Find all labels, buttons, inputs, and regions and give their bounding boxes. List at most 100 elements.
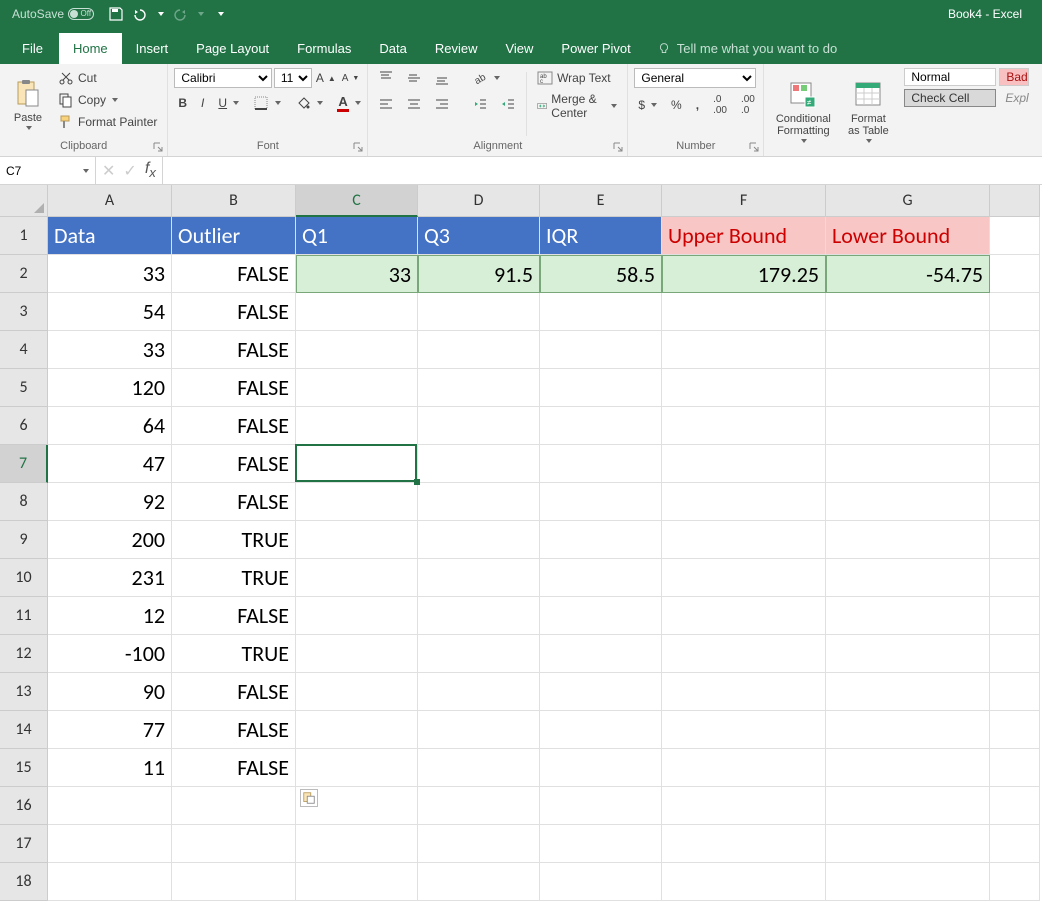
align-left-button[interactable] <box>374 94 398 114</box>
cell-G1[interactable]: Lower Bound <box>826 217 990 255</box>
cell-G10[interactable] <box>826 559 990 597</box>
row-header-7[interactable]: 7 <box>0 445 48 483</box>
col-header-H[interactable] <box>990 185 1040 217</box>
save-icon[interactable] <box>108 6 124 22</box>
formula-input[interactable] <box>163 157 1042 184</box>
cell-H5[interactable] <box>990 369 1040 407</box>
cell-F17[interactable] <box>662 825 826 863</box>
style-bad[interactable]: Bad <box>999 68 1029 86</box>
cell-G4[interactable] <box>826 331 990 369</box>
row-header-5[interactable]: 5 <box>0 369 48 407</box>
cell-E5[interactable] <box>540 369 662 407</box>
cell-B15[interactable]: FALSE <box>172 749 296 787</box>
tab-review[interactable]: Review <box>421 33 492 64</box>
cell-E10[interactable] <box>540 559 662 597</box>
cell-G8[interactable] <box>826 483 990 521</box>
cell-B11[interactable]: FALSE <box>172 597 296 635</box>
cell-A13[interactable]: 90 <box>48 673 172 711</box>
fx-icon[interactable]: fx <box>145 160 156 180</box>
cell-E12[interactable] <box>540 635 662 673</box>
cell-F6[interactable] <box>662 407 826 445</box>
cell-C17[interactable] <box>296 825 418 863</box>
cell-H3[interactable] <box>990 293 1040 331</box>
cell-C12[interactable] <box>296 635 418 673</box>
cell-A1[interactable]: Data <box>48 217 172 255</box>
decrease-decimal-button[interactable]: .00.0 <box>737 92 759 118</box>
row-header-18[interactable]: 18 <box>0 863 48 901</box>
fill-handle[interactable] <box>414 479 420 485</box>
cut-button[interactable]: Cut <box>54 68 161 88</box>
col-header-A[interactable]: A <box>48 185 172 217</box>
fill-color-button[interactable] <box>291 93 327 113</box>
italic-button[interactable]: I <box>197 94 208 112</box>
cell-D14[interactable] <box>418 711 540 749</box>
paste-dropdown[interactable] <box>26 126 32 130</box>
cell-H18[interactable] <box>990 863 1040 901</box>
cell-B7[interactable]: FALSE <box>172 445 296 483</box>
cell-F15[interactable] <box>662 749 826 787</box>
cell-E1[interactable]: IQR <box>540 217 662 255</box>
font-color-button[interactable]: A <box>333 92 365 114</box>
cell-B3[interactable]: FALSE <box>172 293 296 331</box>
cell-F14[interactable] <box>662 711 826 749</box>
cell-G11[interactable] <box>826 597 990 635</box>
cell-D16[interactable] <box>418 787 540 825</box>
cell-E15[interactable] <box>540 749 662 787</box>
number-launcher-icon[interactable] <box>749 142 759 152</box>
cell-B1[interactable]: Outlier <box>172 217 296 255</box>
accounting-button[interactable]: $ <box>634 96 661 114</box>
cell-A6[interactable]: 64 <box>48 407 172 445</box>
cell-B8[interactable]: FALSE <box>172 483 296 521</box>
cell-D7[interactable] <box>418 445 540 483</box>
cell-H2[interactable] <box>990 255 1040 293</box>
cell-A15[interactable]: 11 <box>48 749 172 787</box>
row-header-14[interactable]: 14 <box>0 711 48 749</box>
tab-formulas[interactable]: Formulas <box>283 33 365 64</box>
cell-H17[interactable] <box>990 825 1040 863</box>
cell-B17[interactable] <box>172 825 296 863</box>
cell-G17[interactable] <box>826 825 990 863</box>
cell-G3[interactable] <box>826 293 990 331</box>
row-header-4[interactable]: 4 <box>0 331 48 369</box>
cell-A18[interactable] <box>48 863 172 901</box>
font-launcher-icon[interactable] <box>353 142 363 152</box>
cell-D12[interactable] <box>418 635 540 673</box>
cell-A9[interactable]: 200 <box>48 521 172 559</box>
col-header-F[interactable]: F <box>662 185 826 217</box>
cell-F5[interactable] <box>662 369 826 407</box>
increase-indent-button[interactable] <box>496 94 520 114</box>
cell-D13[interactable] <box>418 673 540 711</box>
selection[interactable] <box>295 444 417 482</box>
cell-G12[interactable] <box>826 635 990 673</box>
paste-button[interactable]: Paste <box>6 68 50 140</box>
cell-G15[interactable] <box>826 749 990 787</box>
cell-D8[interactable] <box>418 483 540 521</box>
align-right-button[interactable] <box>430 94 454 114</box>
cell-H1[interactable] <box>990 217 1040 255</box>
cell-B14[interactable]: FALSE <box>172 711 296 749</box>
tell-me[interactable]: Tell me what you want to do <box>657 41 837 64</box>
cell-G14[interactable] <box>826 711 990 749</box>
cell-C2[interactable]: 33 <box>296 255 418 293</box>
cell-E11[interactable] <box>540 597 662 635</box>
cell-B2[interactable]: FALSE <box>172 255 296 293</box>
cell-C10[interactable] <box>296 559 418 597</box>
cell-H13[interactable] <box>990 673 1040 711</box>
spreadsheet-grid[interactable]: ABCDEFG 123456789101112131415161718 Data… <box>0 185 1042 905</box>
copy-button[interactable]: Copy <box>54 90 161 110</box>
cell-A3[interactable]: 54 <box>48 293 172 331</box>
cell-E6[interactable] <box>540 407 662 445</box>
name-box[interactable]: C7 <box>0 157 96 184</box>
cell-H14[interactable] <box>990 711 1040 749</box>
cell-A4[interactable]: 33 <box>48 331 172 369</box>
cell-D1[interactable]: Q3 <box>418 217 540 255</box>
number-format-select[interactable]: General <box>634 68 756 88</box>
row-header-1[interactable]: 1 <box>0 217 48 255</box>
cell-A5[interactable]: 120 <box>48 369 172 407</box>
row-header-11[interactable]: 11 <box>0 597 48 635</box>
cell-C13[interactable] <box>296 673 418 711</box>
cell-D18[interactable] <box>418 863 540 901</box>
orientation-button[interactable]: ab <box>468 68 504 88</box>
cell-F18[interactable] <box>662 863 826 901</box>
cell-F11[interactable] <box>662 597 826 635</box>
